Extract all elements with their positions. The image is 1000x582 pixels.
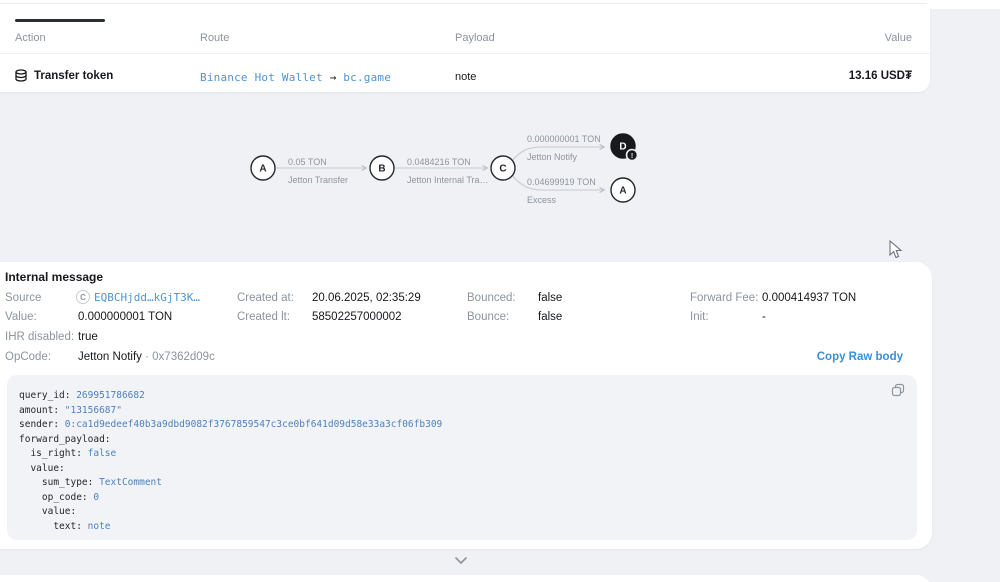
edge-amount: 0.04699919 TON bbox=[527, 177, 596, 187]
svg-text:A: A bbox=[619, 186, 626, 197]
bounce-value: false bbox=[538, 311, 562, 323]
column-header-payload: Payload bbox=[455, 32, 495, 44]
bounced-label: Bounced: bbox=[467, 292, 516, 304]
source-value[interactable]: C EQBCHjdd…kGjT3K… bbox=[76, 290, 200, 304]
next-section-card bbox=[0, 575, 932, 582]
code-key: is_right: bbox=[19, 448, 82, 459]
route-to-link[interactable]: bc.game bbox=[343, 71, 391, 84]
created-at-label: Created at: bbox=[237, 292, 294, 304]
init-value: - bbox=[762, 311, 766, 323]
internal-message-title: Internal message bbox=[5, 270, 103, 284]
header-divider bbox=[0, 53, 930, 54]
code-value: 269951786682 bbox=[70, 390, 144, 401]
copy-code-icon[interactable] bbox=[891, 383, 905, 402]
code-value: 0 bbox=[88, 492, 99, 503]
svg-text:A: A bbox=[259, 164, 266, 175]
code-key: forward_payload: bbox=[19, 434, 111, 445]
trace-node-a2[interactable]: A bbox=[611, 178, 635, 202]
source-address-link[interactable]: EQBCHjdd…kGjT3K… bbox=[94, 291, 200, 304]
forward-fee-label: Forward Fee: bbox=[690, 292, 758, 304]
trace-node-b[interactable]: B bbox=[370, 156, 394, 180]
created-lt-label: Created lt: bbox=[237, 311, 290, 323]
code-value: note bbox=[82, 521, 111, 532]
code-value: false bbox=[82, 448, 116, 459]
code-key: sum_type: bbox=[19, 477, 93, 488]
action-name: Transfer token bbox=[34, 70, 113, 82]
route-cell: Binance Hot Wallet → bc.game bbox=[200, 71, 391, 84]
column-header-action: Action bbox=[15, 32, 46, 44]
bounce-label: Bounce: bbox=[467, 311, 509, 323]
created-at-value: 20.06.2025, 02:35:29 bbox=[312, 292, 421, 304]
active-tab-indicator bbox=[15, 19, 105, 22]
payload-cell: note bbox=[455, 71, 476, 83]
code-key: text: bbox=[19, 521, 82, 532]
code-key: value: bbox=[19, 463, 65, 474]
code-value: 0:ca1d9edeef40b3a9dbd9082f3767859547c3ce… bbox=[59, 419, 442, 430]
trace-node-c[interactable]: C bbox=[491, 156, 515, 180]
chevron-down-icon bbox=[456, 558, 466, 563]
value-label: Value: bbox=[5, 311, 37, 323]
opcode-label: OpCode: bbox=[5, 351, 51, 363]
trace-node-d[interactable]: D ! bbox=[611, 134, 638, 161]
code-key: query_id: bbox=[19, 390, 70, 401]
code-key: value: bbox=[19, 506, 76, 517]
created-lt-value: 58502257000002 bbox=[312, 311, 402, 323]
edge-amount: 0.000000001 TON bbox=[527, 134, 601, 144]
ihr-disabled-value: true bbox=[78, 331, 98, 343]
opcode-hex: · 0x7362d09c bbox=[145, 351, 215, 363]
transaction-trace-graph: 0.05 TON Jetton Transfer 0.0484216 TON J… bbox=[240, 120, 660, 220]
route-from-link[interactable]: Binance Hot Wallet bbox=[200, 71, 323, 84]
column-header-value: Value bbox=[885, 32, 912, 44]
mouse-cursor bbox=[889, 240, 903, 260]
svg-text:C: C bbox=[499, 164, 506, 175]
column-header-route: Route bbox=[200, 32, 229, 44]
forward-fee-value: 0.000414937 TON bbox=[762, 292, 856, 304]
svg-text:B: B bbox=[378, 164, 385, 175]
opcode-value: Jetton Notify · 0x7362d09c bbox=[78, 351, 215, 363]
code-key: op_code: bbox=[19, 492, 88, 503]
edge-label: Excess bbox=[527, 195, 557, 205]
init-label: Init: bbox=[690, 311, 709, 323]
code-key: sender: bbox=[19, 419, 59, 430]
code-value: TextComment bbox=[93, 477, 162, 488]
code-value: "13156687" bbox=[59, 405, 122, 416]
contract-badge-icon: C bbox=[76, 290, 90, 304]
edge-amount: 0.0484216 TON bbox=[407, 157, 471, 167]
source-label: Source bbox=[5, 292, 41, 304]
value-cell: 13.16 USD₮ bbox=[849, 70, 912, 82]
top-divider bbox=[0, 3, 927, 4]
edge-amount: 0.05 TON bbox=[288, 157, 327, 167]
bounced-value: false bbox=[538, 292, 562, 304]
route-arrow-icon: → bbox=[330, 71, 337, 84]
payload-code-block: query_id: 269951786682 amount: "13156687… bbox=[7, 375, 917, 540]
edge-label: Jetton Transfer bbox=[288, 175, 348, 185]
code-key: amount: bbox=[19, 405, 59, 416]
expand-section-chevron[interactable] bbox=[448, 553, 474, 569]
svg-text:D: D bbox=[619, 142, 626, 153]
edge-label: Jetton Notify bbox=[527, 152, 578, 162]
copy-raw-body-button[interactable]: Copy Raw body bbox=[817, 351, 903, 363]
trace-node-a[interactable]: A bbox=[251, 156, 275, 180]
ihr-disabled-label: IHR disabled: bbox=[5, 331, 74, 343]
svg-text:!: ! bbox=[631, 153, 633, 160]
token-icon bbox=[14, 69, 28, 88]
edge-label: Jetton Internal Tra… bbox=[407, 175, 489, 185]
value-value: 0.000000001 TON bbox=[78, 311, 172, 323]
